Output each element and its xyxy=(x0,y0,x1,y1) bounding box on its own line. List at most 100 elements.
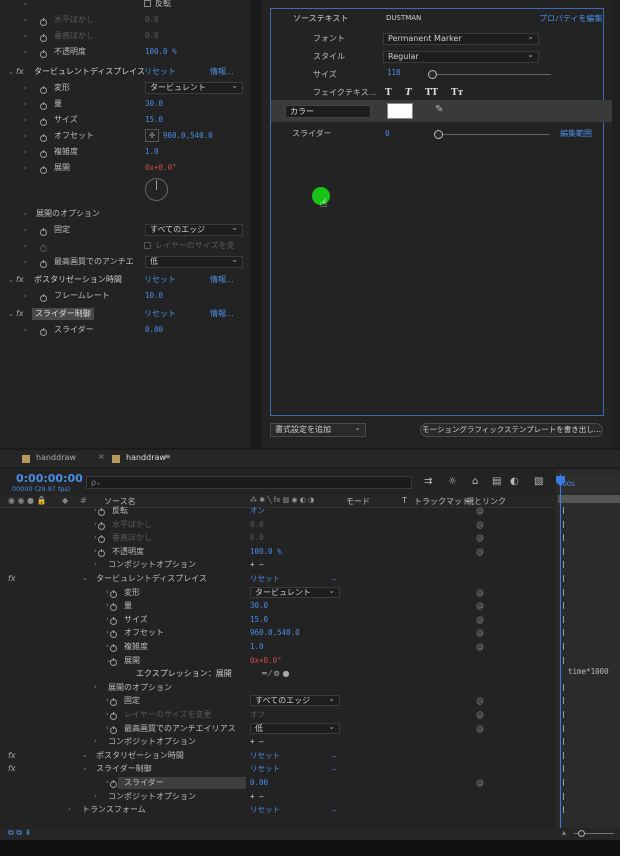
row-value[interactable]: 30.0 xyxy=(250,599,268,613)
pickwhip-icon[interactable]: @ xyxy=(476,694,484,708)
expand-triangle-icon[interactable]: › xyxy=(94,504,97,518)
row-dropdown[interactable]: 低 xyxy=(250,722,340,734)
effect-row[interactable]: › 垂直ぼかし 0.0 xyxy=(0,28,250,44)
row-value[interactable]: リセット xyxy=(250,749,280,763)
table-row[interactable]: › 不透明度 100.0 % @ xyxy=(0,545,555,559)
expand-triangle-icon[interactable]: › xyxy=(94,531,97,545)
row-value[interactable]: リセット xyxy=(250,762,280,776)
expression-text[interactable]: time*1000 xyxy=(568,667,609,676)
tab-menu-icon[interactable]: ≡ xyxy=(164,452,171,461)
checkbox[interactable] xyxy=(144,242,151,249)
effect-value[interactable]: 1.0 xyxy=(145,144,159,160)
keyframe-marker[interactable] xyxy=(563,724,564,732)
font-dropdown[interactable]: Permanent Marker xyxy=(383,32,539,45)
collapse-triangle-icon[interactable]: ⌄ xyxy=(82,749,88,763)
expand-triangle-icon[interactable]: › xyxy=(106,626,109,640)
pickwhip-icon[interactable]: @ xyxy=(476,708,484,722)
playhead[interactable] xyxy=(560,474,561,844)
pickwhip-icon[interactable]: @ xyxy=(476,504,484,518)
source-text-value[interactable]: DUSTMAN xyxy=(386,10,421,26)
keyframe-marker[interactable] xyxy=(563,575,564,582)
reset-link[interactable]: リセット xyxy=(144,306,176,322)
toggle-switches-icon[interactable]: ⧉ ⧉ ⇟ xyxy=(8,828,31,838)
expand-triangle-icon[interactable]: › xyxy=(106,776,109,790)
effect-row[interactable]: › サイズ 15.0 xyxy=(0,112,250,128)
row-dropdown[interactable]: タービュレント xyxy=(250,586,340,598)
collapse-triangle-icon[interactable]: ⌄ xyxy=(8,272,14,288)
effect-dropdown[interactable]: すべてのエッジ xyxy=(145,223,243,236)
table-row[interactable]: エクスプレッション：展開 ═ ⁄ ⊚ ● xyxy=(0,667,555,681)
effect-dropdown[interactable]: タービュレント xyxy=(145,81,243,94)
effect-row[interactable]: › 変形 タービュレント xyxy=(0,80,250,96)
effect-row[interactable]: › 複雑度 1.0 xyxy=(0,144,250,160)
expand-triangle-icon[interactable]: › xyxy=(106,599,109,613)
slider-value[interactable]: 0 xyxy=(385,126,390,142)
table-row[interactable]: › 固定 すべてのエッジ @ xyxy=(0,694,555,708)
size-slider-track[interactable] xyxy=(431,74,551,75)
all-caps-button[interactable]: TT xyxy=(425,85,438,101)
expand-triangle-icon[interactable]: › xyxy=(94,735,97,749)
effect-row[interactable]: › オフセット ✛ 960.0,540.0 xyxy=(0,128,250,144)
table-row[interactable]: fx ⌄ タービュレントディスプレイス リセット _ xyxy=(0,571,555,586)
pickwhip-icon[interactable]: @ xyxy=(476,613,484,627)
keyframe-marker[interactable] xyxy=(563,656,564,664)
expand-triangle-icon[interactable]: › xyxy=(106,586,109,600)
effect-row[interactable]: › 不透明度 100.0 % xyxy=(0,44,250,60)
row-value[interactable]: 0.0 xyxy=(250,518,264,532)
expand-triangle-icon[interactable]: › xyxy=(24,206,27,222)
table-row[interactable]: fx ⌄ スライダー制御 リセット _ xyxy=(0,761,555,776)
faux-bold-button[interactable]: T xyxy=(385,85,392,101)
expand-triangle-icon[interactable]: › xyxy=(24,238,27,254)
keyframe-marker[interactable] xyxy=(563,792,564,800)
keyframe-marker[interactable] xyxy=(563,629,564,637)
effect-row[interactable]: › 展開のオプション xyxy=(0,206,250,222)
table-row[interactable]: › 展開のオプション xyxy=(0,681,555,695)
keyframe-marker[interactable] xyxy=(563,738,564,746)
table-row[interactable]: › 複雑度 1.0 @ xyxy=(0,640,555,654)
collapse-triangle-icon[interactable]: ⌄ xyxy=(82,572,88,586)
info-link[interactable]: 情報... xyxy=(210,64,234,80)
effect-row[interactable]: ⌄ fx タービュレントディスプレイス リセット 情報... xyxy=(0,64,250,80)
motion-blur-icon[interactable]: ◐ xyxy=(510,476,519,487)
row-value[interactable]: 0x+0.0° xyxy=(250,654,282,668)
tab-handdraw-1[interactable]: handdraw xyxy=(36,453,76,462)
expand-triangle-icon[interactable]: › xyxy=(106,722,109,736)
row-value[interactable]: + — xyxy=(250,790,264,804)
keyframe-marker[interactable] xyxy=(563,520,564,528)
edit-properties-link[interactable]: プロパティを編集 xyxy=(539,11,603,27)
pickwhip-icon[interactable]: @ xyxy=(476,722,484,736)
checkbox[interactable] xyxy=(144,0,151,7)
fx-icon[interactable]: fx xyxy=(8,749,16,763)
table-row[interactable]: › コンポジットオプション + — xyxy=(0,735,555,749)
pickwhip-icon[interactable]: @ xyxy=(476,599,484,613)
collapse-triangle-icon[interactable]: ⌄ xyxy=(8,306,14,322)
effect-row[interactable]: ⌄ fx ポスタリゼーション時間 リセット 情報... xyxy=(0,272,250,288)
comp-mini-flowchart-icon[interactable]: ⇉ xyxy=(424,476,432,487)
row-value[interactable]: リセット xyxy=(250,572,280,586)
effect-value[interactable]: 10.0 xyxy=(145,288,163,304)
row-value[interactable]: 0.0 xyxy=(250,531,264,545)
table-row[interactable]: ⌄ 展開 0x+0.0° xyxy=(0,654,555,668)
pickwhip-icon[interactable]: @ xyxy=(476,776,484,790)
expand-triangle-icon[interactable]: › xyxy=(24,44,27,60)
table-row[interactable]: › オフセット 960.0,540.0 @ xyxy=(0,626,555,640)
pickwhip-icon[interactable]: @ xyxy=(476,531,484,545)
keyframe-marker[interactable] xyxy=(563,765,564,773)
table-row[interactable]: › スライダー 0.00 @ xyxy=(0,776,555,790)
keyframe-marker[interactable] xyxy=(563,711,564,718)
expand-triangle-icon[interactable]: › xyxy=(106,694,109,708)
row-value[interactable]: 1.0 xyxy=(250,640,264,654)
fx-icon[interactable]: fx xyxy=(8,572,16,586)
collapse-triangle-icon[interactable]: ⌄ xyxy=(8,64,14,80)
table-row[interactable]: › コンポジットオプション + — xyxy=(0,790,555,804)
effect-value[interactable]: 15.0 xyxy=(145,112,163,128)
effect-row[interactable]: ⌄ fx スライダー制御 リセット 情報... xyxy=(0,306,250,322)
color-swatch[interactable] xyxy=(387,103,413,119)
keyframe-marker[interactable] xyxy=(563,534,564,542)
pickwhip-icon[interactable]: @ xyxy=(476,586,484,600)
reset-link[interactable]: リセット xyxy=(144,272,176,288)
row-value[interactable]: 100.0 % xyxy=(250,545,282,559)
table-row[interactable]: › コンポジットオプション + — xyxy=(0,558,555,572)
table-row[interactable]: › 変形 タービュレント @ xyxy=(0,586,555,600)
row-value[interactable]: 15.0 xyxy=(250,613,268,627)
